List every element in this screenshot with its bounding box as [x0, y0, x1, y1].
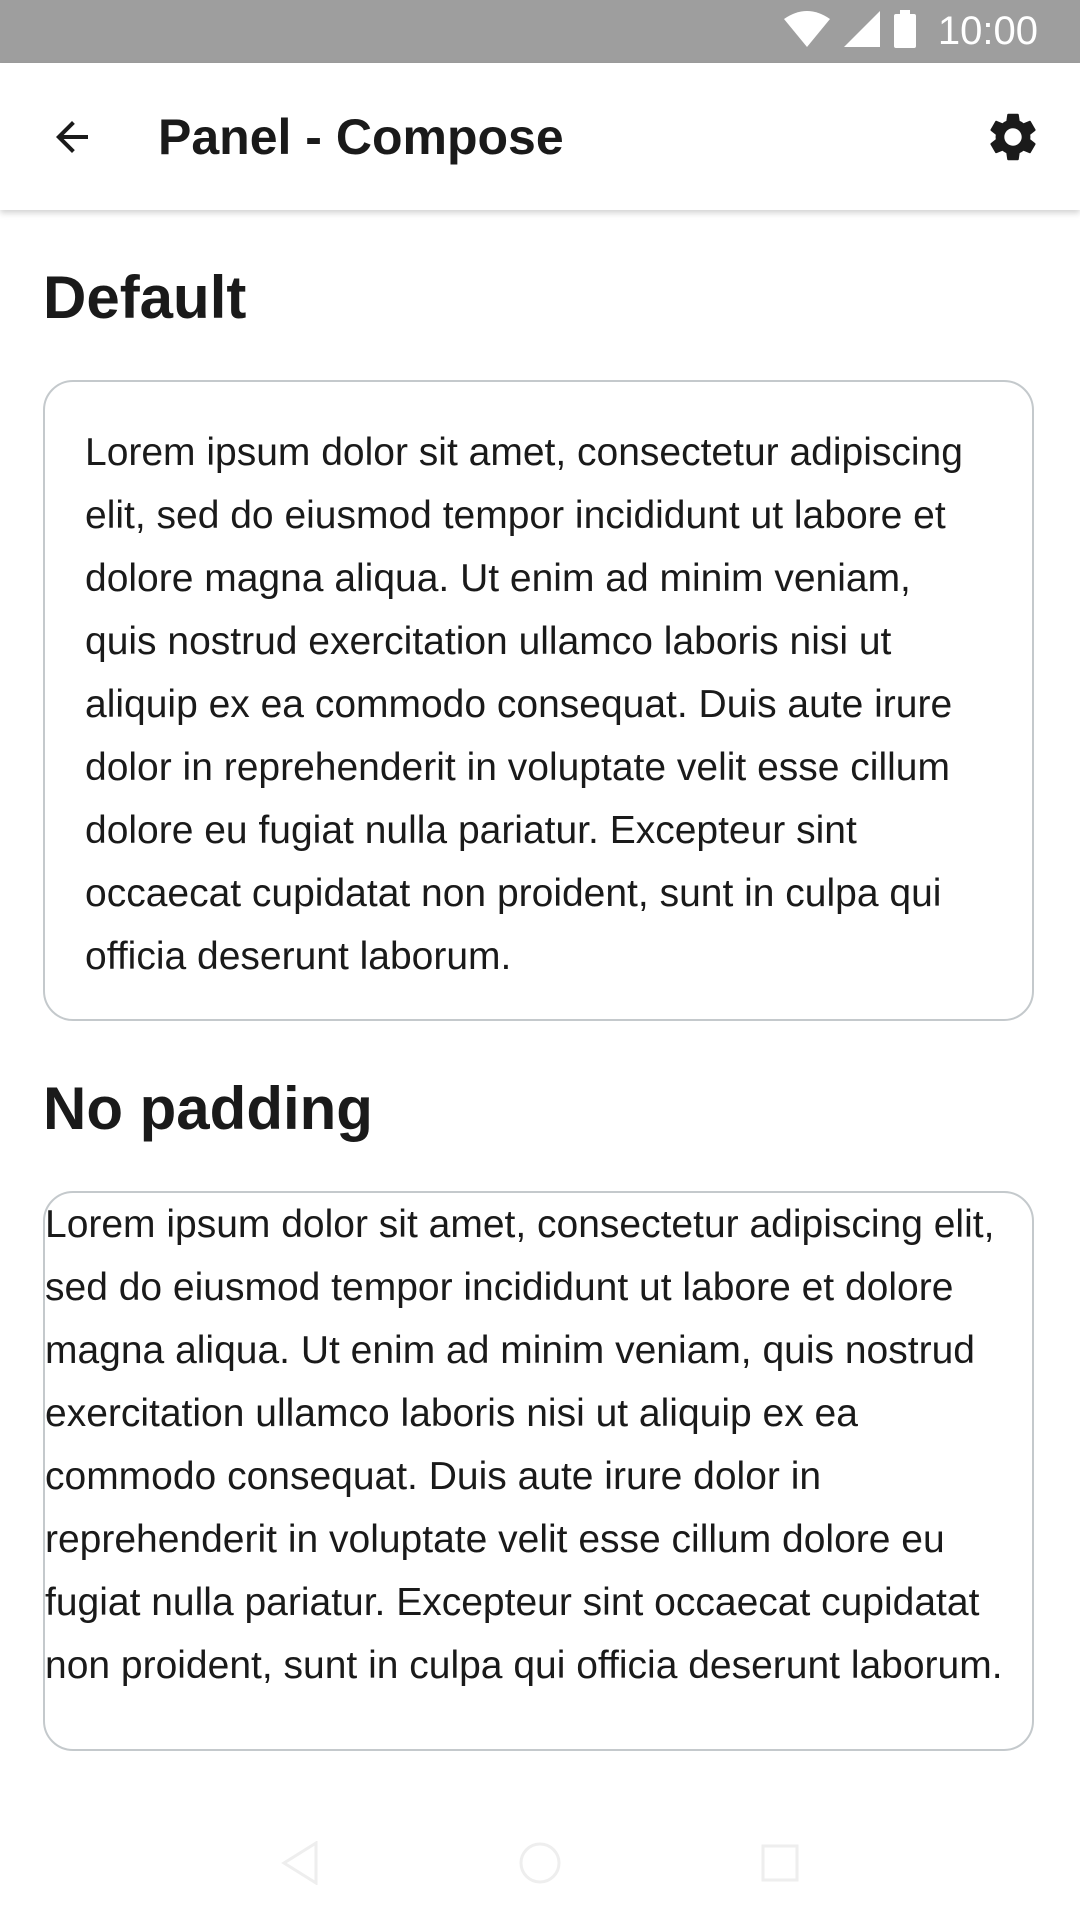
panel-default: Lorem ipsum dolor sit amet, consectetur …: [43, 380, 1034, 1021]
back-triangle-icon: [280, 1839, 320, 1890]
recents-square-icon: [760, 1843, 800, 1888]
panel-text: Lorem ipsum dolor sit amet, consectetur …: [85, 431, 963, 978]
battery-icon: [893, 10, 916, 53]
wifi-icon: [783, 11, 830, 52]
panel-text: Lorem ipsum dolor sit amet, consectetur …: [45, 1203, 1003, 1687]
gear-icon: [984, 108, 1042, 171]
back-button[interactable]: [35, 102, 109, 176]
arrow-back-icon: [48, 113, 96, 166]
system-nav-bar: [0, 1810, 1080, 1920]
cell-signal-icon: [843, 11, 880, 52]
page-title: Panel - Compose: [158, 109, 564, 165]
section-title-default: Default: [43, 264, 247, 331]
panel-no-padding: Lorem ipsum dolor sit amet, consectetur …: [43, 1191, 1034, 1751]
settings-button[interactable]: [976, 102, 1050, 176]
section-title-no-padding: No padding: [43, 1075, 373, 1142]
app-bar: Panel - Compose: [0, 63, 1080, 210]
home-circle-icon: [518, 1841, 562, 1890]
status-icons: 10:00: [783, 0, 1038, 63]
status-time: 10:00: [937, 9, 1038, 53]
nav-home-button[interactable]: [510, 1835, 570, 1895]
status-bar: 10:00: [0, 0, 1080, 63]
nav-recents-button[interactable]: [750, 1835, 810, 1895]
nav-back-button[interactable]: [270, 1835, 330, 1895]
